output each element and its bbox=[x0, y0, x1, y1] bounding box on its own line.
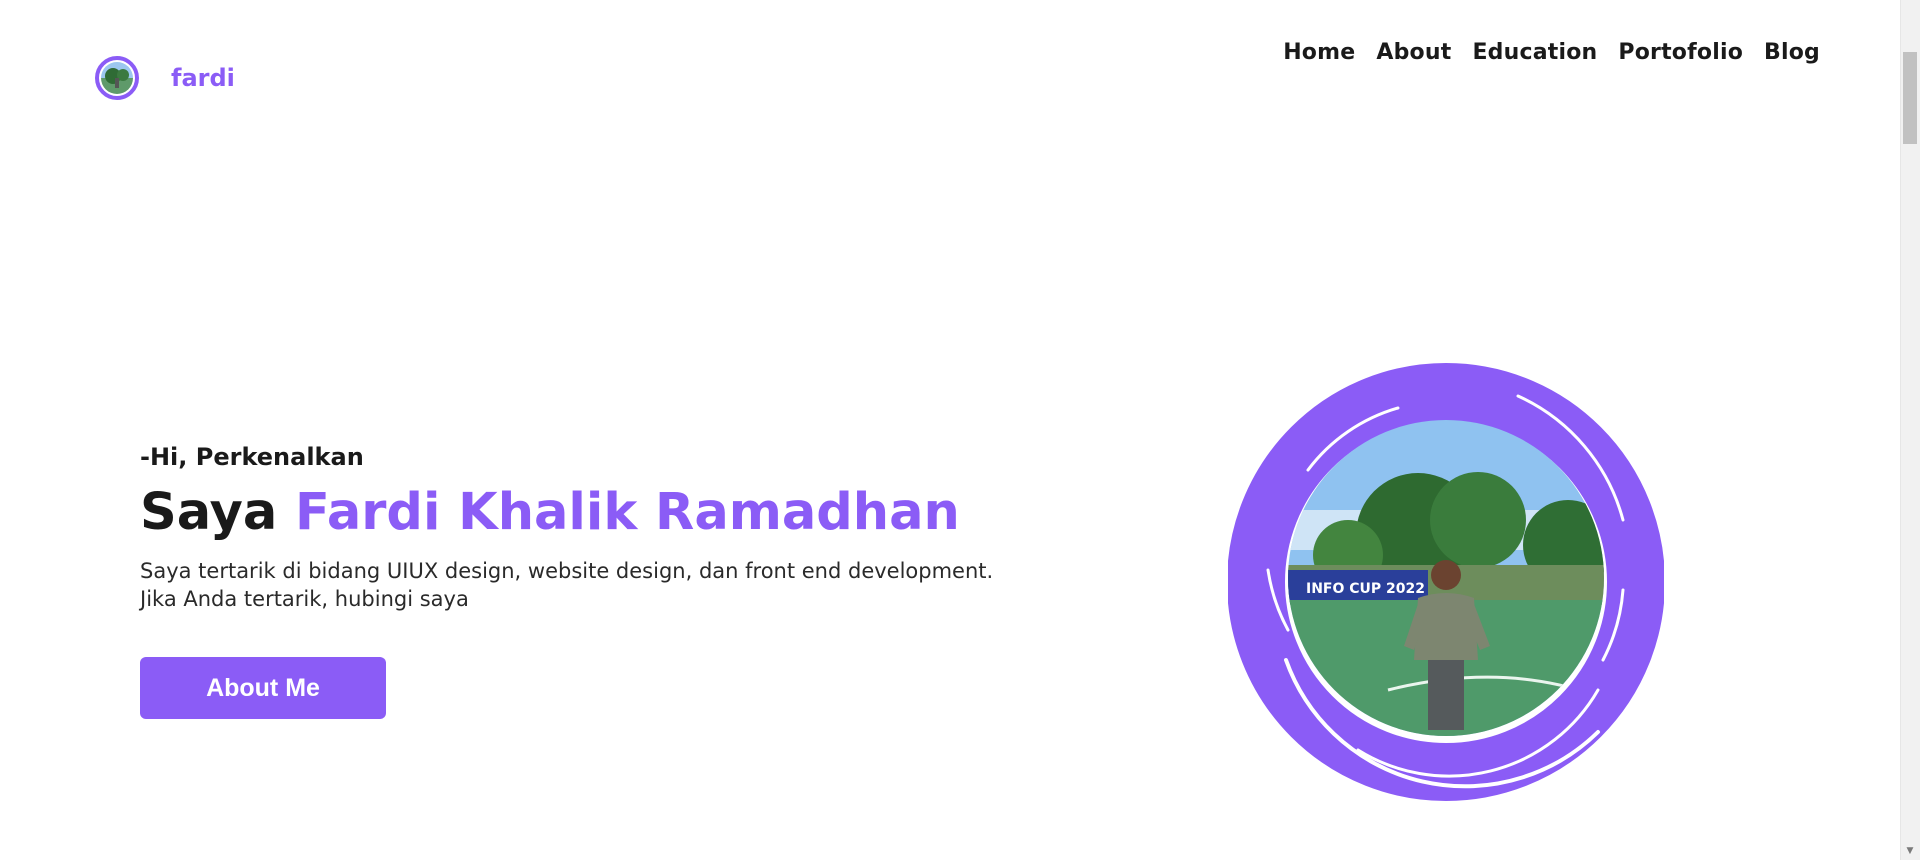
hero-description: Saya tertarik di bidang UIUX design, web… bbox=[140, 557, 1080, 613]
brand-name: fardi bbox=[171, 64, 235, 92]
description-line-1: Saya tertarik di bidang UIUX design, web… bbox=[140, 559, 994, 584]
about-me-button[interactable]: About Me bbox=[140, 657, 386, 720]
main-nav: Home About Education Portofolio Blog bbox=[1283, 40, 1820, 65]
scroll-down-arrow-icon[interactable]: ▼ bbox=[1904, 846, 1916, 856]
headline-prefix: Saya bbox=[140, 483, 278, 542]
nav-blog[interactable]: Blog bbox=[1764, 40, 1820, 65]
brand-logo[interactable]: fardi bbox=[95, 56, 235, 100]
page-scrollbar[interactable]: ▼ bbox=[1900, 0, 1920, 860]
profile-photo: INFO CUP 2022 bbox=[1227, 360, 1665, 804]
hero-headline: Saya Fardi Khalik Ramadhan bbox=[140, 483, 1090, 542]
nav-home[interactable]: Home bbox=[1283, 40, 1355, 65]
nav-portofolio[interactable]: Portofolio bbox=[1618, 40, 1743, 65]
banner-text: INFO CUP 2022 bbox=[1306, 581, 1425, 597]
description-line-2: Jika Anda tertarik, hubingi saya bbox=[140, 587, 469, 612]
avatar-ring-icon bbox=[95, 56, 139, 100]
headline-name: Fardi Khalik Ramadhan bbox=[295, 483, 960, 542]
scrollbar-thumb[interactable] bbox=[1903, 52, 1917, 144]
nav-education[interactable]: Education bbox=[1472, 40, 1597, 65]
page: fardi Home About Education Portofolio Bl… bbox=[0, 0, 1920, 860]
nav-about[interactable]: About bbox=[1376, 40, 1451, 65]
hero-greeting: -Hi, Perkenalkan bbox=[140, 443, 364, 471]
hero-section: -Hi, Perkenalkan Saya Fardi Khalik Ramad… bbox=[140, 443, 1090, 720]
